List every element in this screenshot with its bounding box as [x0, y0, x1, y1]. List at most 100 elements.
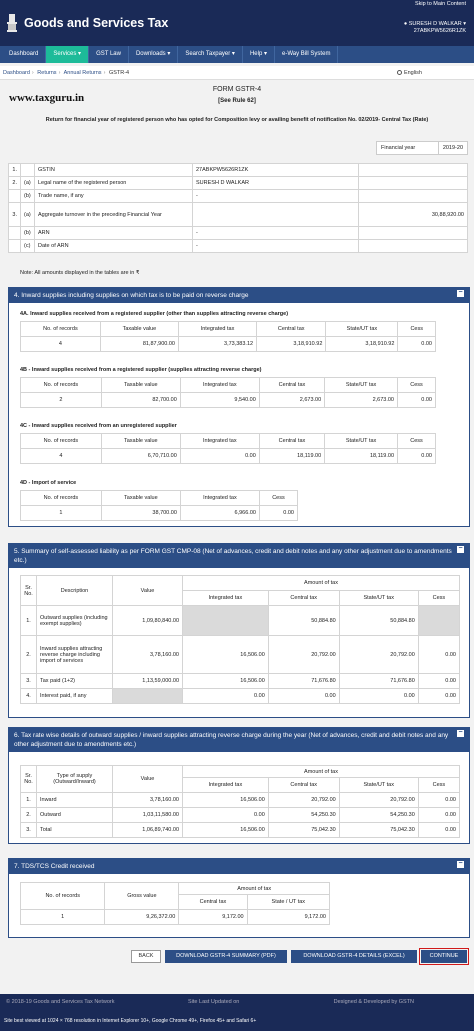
collapse-icon[interactable]: −: [457, 545, 464, 553]
col-header: Cess: [397, 433, 436, 449]
cell: 81,87,900.00: [99, 336, 179, 352]
cell: 4.: [20, 688, 37, 704]
cell: 1,06,89,740.00: [112, 822, 183, 838]
nav-services-label: Services: [53, 51, 77, 57]
row-amount: [358, 226, 468, 240]
row-num: 2.: [8, 176, 21, 190]
col-header: Sr. No.: [20, 765, 37, 793]
section-4d-title: 4D - Import of service: [20, 480, 77, 486]
cell: 20,792.00: [267, 635, 340, 674]
cell: 0.00: [417, 807, 461, 823]
row-num: [8, 189, 21, 203]
row-label: Trade name, if any: [34, 189, 193, 203]
table-row: 1. Outward supplies (including exempt sup…: [20, 605, 461, 636]
table-4c: No. of records Taxable value Integrated ta…: [20, 433, 436, 464]
col-header: Central tax: [267, 777, 340, 793]
row-num: 3.: [8, 202, 21, 227]
section-6-header[interactable]: 6. Tax rate wise details of outward supp…: [9, 728, 469, 752]
col-header: No. of records: [20, 321, 101, 337]
nav-gst-law[interactable]: GST Law: [89, 46, 129, 63]
form-subtitle: Return for financial year of registered …: [45, 117, 429, 123]
skip-link[interactable]: Skip to Main Content: [415, 1, 466, 7]
site-brand[interactable]: Goods and Services Tax: [24, 16, 168, 30]
nav-eway-bill[interactable]: e-Way Bill System: [275, 46, 339, 63]
cell: 1: [19, 909, 106, 925]
crumb-returns[interactable]: Returns: [37, 70, 56, 76]
row-num: 1.: [8, 163, 21, 177]
collapse-icon[interactable]: −: [457, 289, 464, 297]
table-row: (b) ARN -: [8, 226, 468, 240]
col-header: No. of records: [20, 433, 102, 449]
continue-button[interactable]: CONTINUE: [419, 948, 469, 965]
cell: [417, 605, 461, 636]
col-header: Cess: [417, 590, 461, 606]
cell: 4: [20, 448, 102, 464]
cell: 1: [20, 505, 102, 521]
table-header-row: No. of records Taxable value Integrated ta…: [20, 377, 436, 393]
col-header: Central tax: [258, 377, 326, 393]
cell: 0.00: [179, 448, 260, 464]
cell: 20,792.00: [338, 635, 419, 674]
cell: 71,676.80: [338, 673, 419, 689]
basic-details-table: 1. GSTIN 27ABKPW5626R1ZK 2. (a) Legal name o…: [8, 163, 468, 253]
download-excel-button[interactable]: DOWNLOAD GSTR-4 DETAILS (EXCEL): [291, 950, 417, 963]
row-label: GSTIN: [34, 163, 193, 177]
nav-services[interactable]: Services ▾: [46, 46, 90, 63]
section-7-title: 7. TDS/TCS Credit received: [14, 863, 95, 870]
download-pdf-button[interactable]: DOWNLOAD GSTR-4 SUMMARY (PDF): [165, 950, 287, 963]
section-4-title: 4. Inward supplies including supplies on…: [14, 292, 249, 299]
cell: 3,18,910.92: [256, 336, 327, 352]
cell: 0.00: [417, 688, 461, 704]
back-button[interactable]: BACK: [131, 950, 161, 963]
language-label: English: [403, 70, 422, 76]
table-header-row: Sr. No. Type of supply (Outward/Inward) …: [20, 765, 460, 793]
cell: 0.00: [397, 448, 436, 464]
nav-help[interactable]: Help ▾: [243, 46, 275, 63]
collapse-icon[interactable]: −: [457, 729, 464, 737]
row-amount: [358, 189, 468, 203]
table-header-row: No. of records Taxable value Integrated ta…: [20, 321, 436, 337]
cell: 16,506.00: [182, 792, 269, 808]
form-rule: [See Rule 62]: [218, 98, 256, 104]
cell: 1,13,59,000.00: [112, 673, 183, 689]
cell: 9,540.00: [179, 392, 260, 408]
user-gstin: 27ABKPW5626R1ZK: [413, 28, 466, 34]
table-4d: No. of records Taxable value Integrated ta…: [20, 490, 299, 521]
section-5-header[interactable]: 5. Summary of self-assessed liability as…: [9, 544, 469, 568]
cell: 3,78,160.00: [112, 635, 183, 674]
nav-dashboard[interactable]: Dashboard: [2, 46, 47, 63]
table-row: 1. Inward 3,78,160.00 16,506.00 20,792.00 20,…: [20, 792, 461, 808]
table-row: 4 6,70,710.00 0.00 18,119.00 18,119.00 0.00: [20, 448, 436, 464]
cell: 0.00: [338, 688, 419, 704]
section-4-header[interactable]: 4. Inward supplies including supplies on…: [9, 288, 469, 303]
cell: 9,172.00: [178, 909, 248, 925]
user-info[interactable]: ● SURESH D WALKAR ▾ 27ABKPW5626R1ZK: [404, 21, 466, 35]
cell: 20,792.00: [267, 792, 340, 808]
col-header: No. of records: [20, 377, 102, 393]
footer-designed: Designed & Developed by GSTN: [333, 999, 414, 1005]
cell: Interest paid, if any: [36, 688, 113, 704]
col-header: Value: [112, 575, 183, 606]
nav-downloads[interactable]: Downloads ▾: [129, 46, 179, 63]
col-header: State/UT tax: [338, 590, 419, 606]
section-4a-title: 4A. Inward supplies received from a regi…: [20, 311, 289, 317]
col-header: Description: [36, 575, 113, 606]
cell: 0.00: [417, 673, 461, 689]
crumb-annual-returns[interactable]: Annual Returns: [64, 70, 102, 76]
cell: 50,884.80: [338, 605, 419, 636]
collapse-icon[interactable]: −: [457, 860, 464, 868]
cell: 9,26,372.00: [104, 909, 180, 925]
crumb-dashboard[interactable]: Dashboard: [3, 70, 30, 76]
cell: 3.: [20, 673, 37, 689]
cell: 50,884.80: [267, 605, 340, 636]
nav-search-taxpayer[interactable]: Search Taxpayer ▾: [178, 46, 243, 63]
row-amount: [358, 176, 468, 190]
section-7-header[interactable]: 7. TDS/TCS Credit received −: [9, 859, 469, 874]
col-header: Taxable value: [100, 433, 181, 449]
col-header: Amount of tax: [182, 575, 460, 591]
row-value: [191, 202, 360, 227]
language-selector[interactable]: English: [396, 66, 422, 80]
col-header: State/UT tax: [338, 777, 419, 793]
cell: 18,119.00: [324, 448, 398, 464]
table-row: 2 82,700.00 9,540.00 2,673.00 2,673.00 0.00: [20, 392, 436, 408]
